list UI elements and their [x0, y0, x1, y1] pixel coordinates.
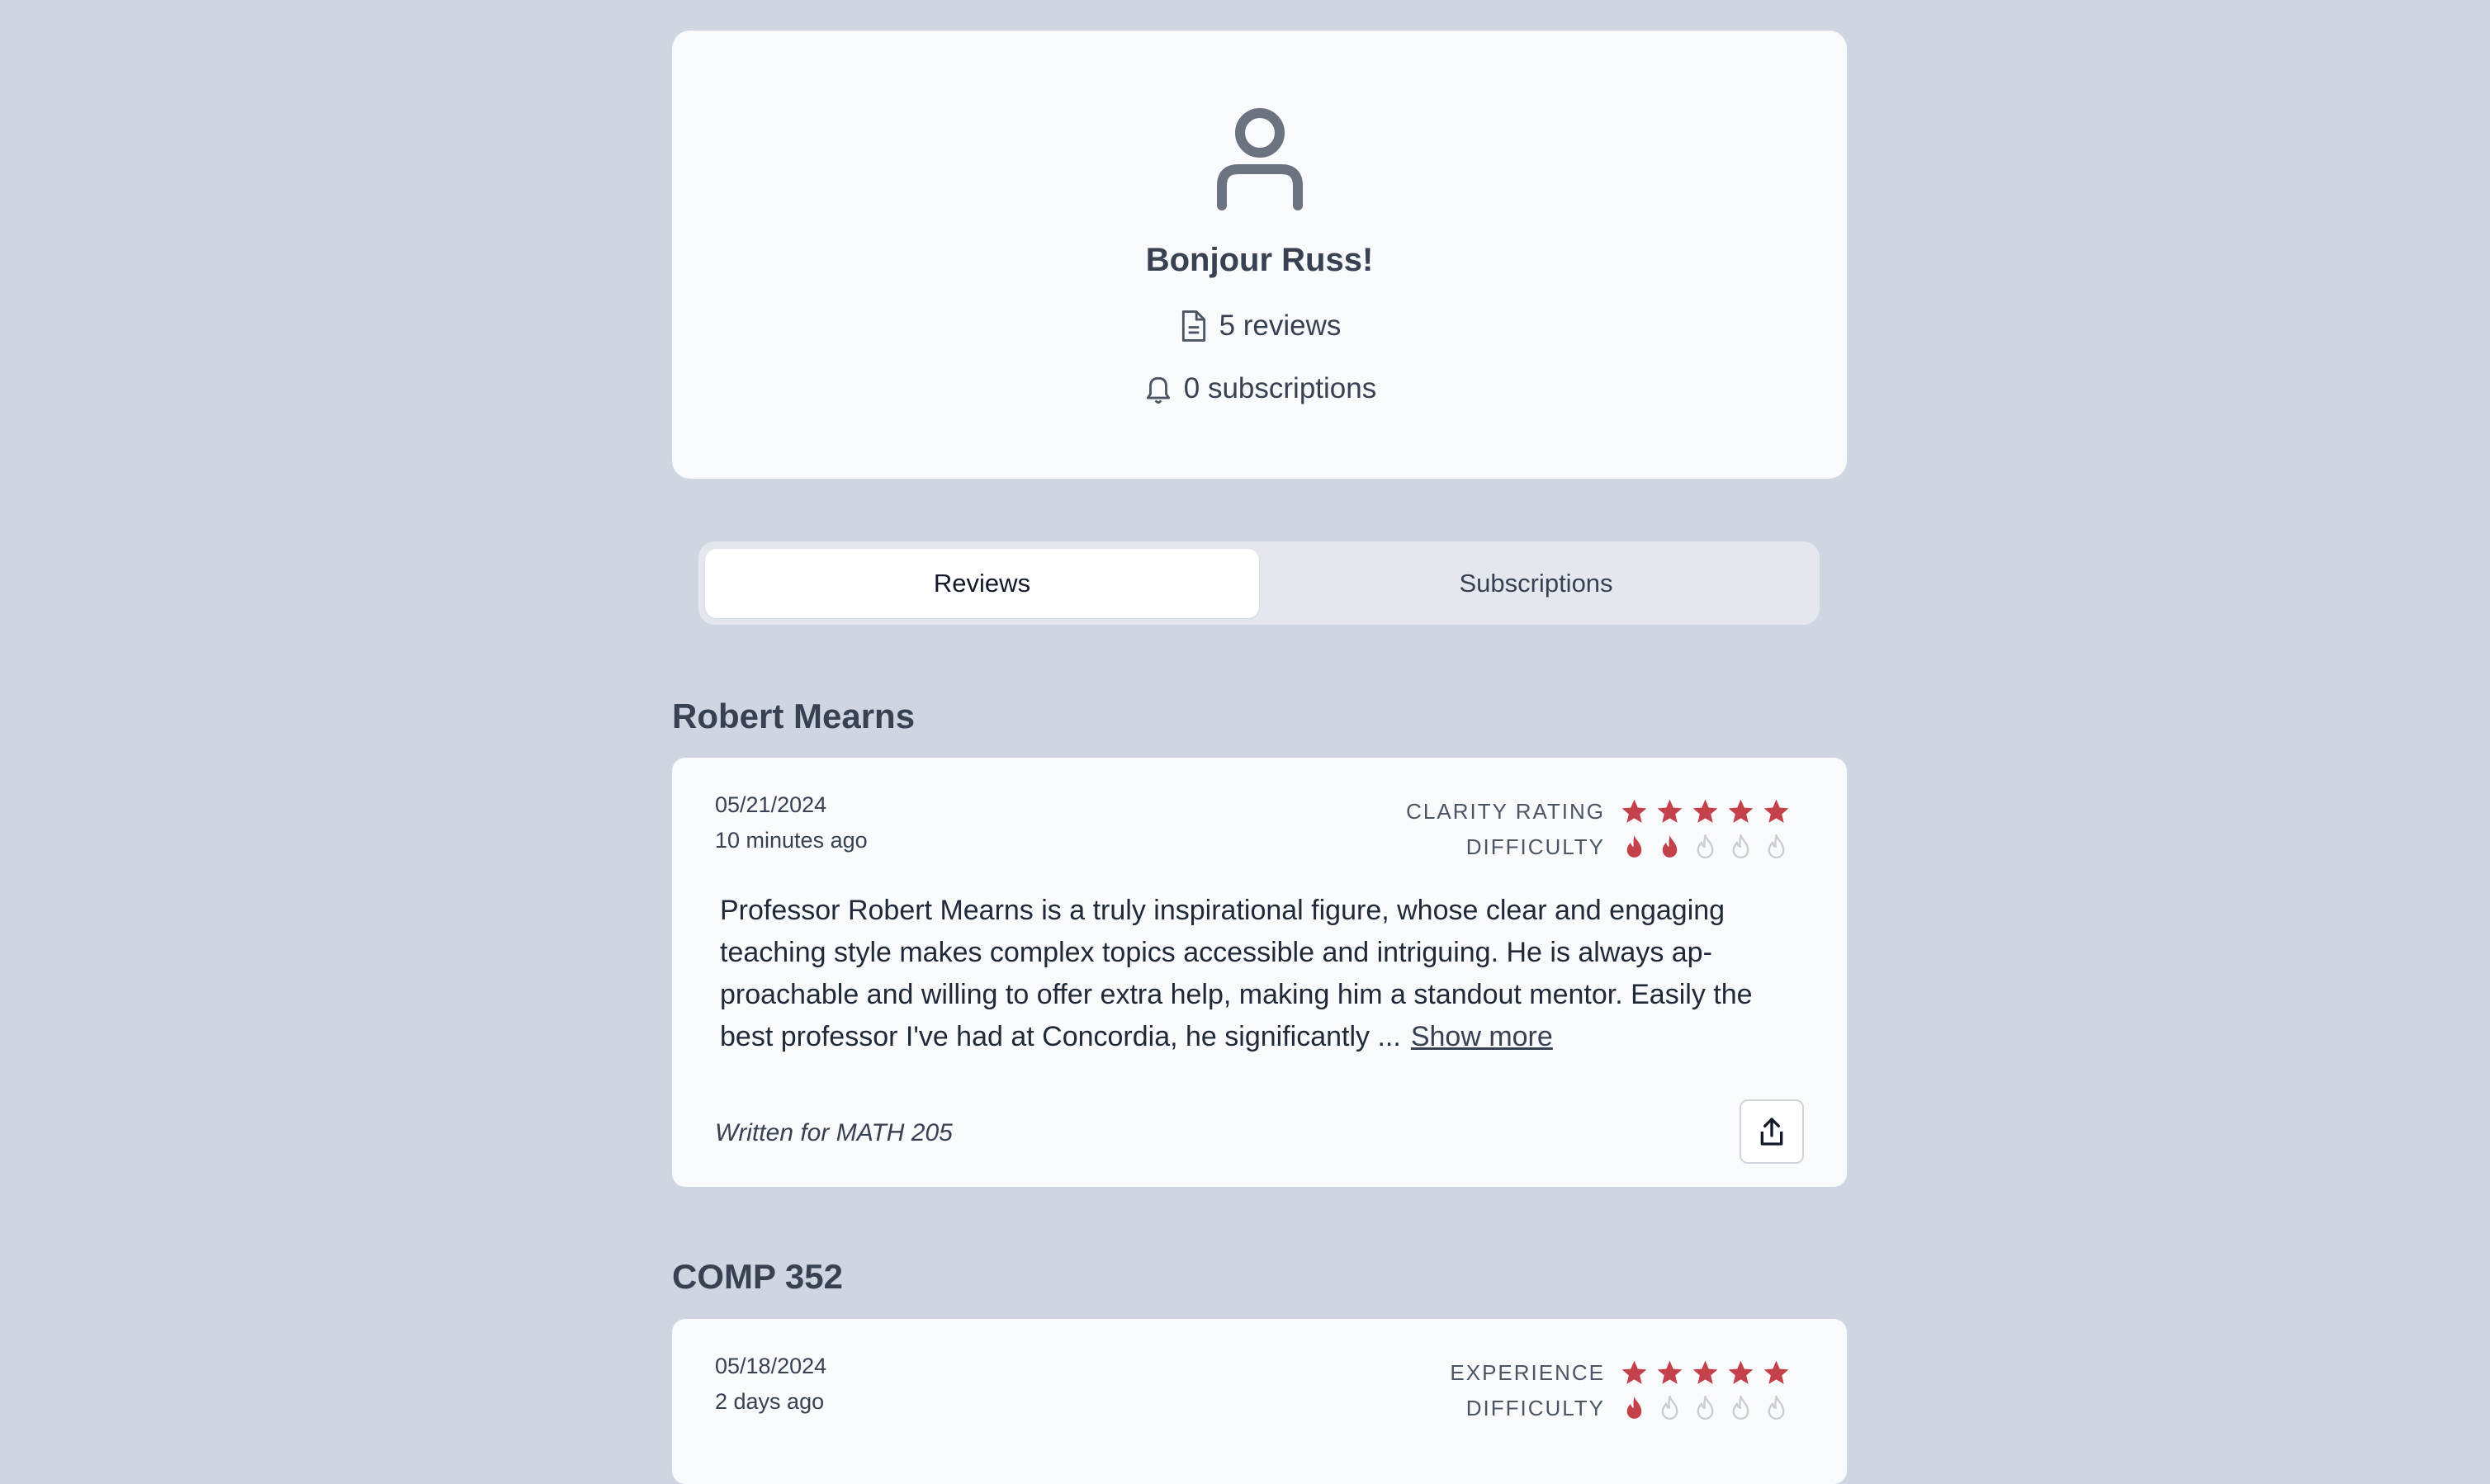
review-heading: Robert Mearns — [672, 697, 916, 735]
star-rating — [1620, 1359, 1791, 1387]
flame-icon — [1626, 834, 1642, 858]
written-for-course: MATH 205 — [836, 1119, 953, 1146]
difficulty-label: DIFFICULTY — [1465, 1396, 1605, 1420]
greeting: Bonjour Russ! — [1145, 242, 1374, 278]
share-button[interactable] — [1740, 1099, 1804, 1164]
review-card: 05/21/2024 10 minutes ago CLARITY RATING… — [672, 758, 1847, 1187]
flame-icon — [1662, 834, 1678, 858]
flame-icon — [1768, 1395, 1785, 1420]
review-heading: COMP 352 — [672, 1257, 843, 1296]
difficulty-row: DIFFICULTY — [1406, 829, 1791, 865]
star-icon — [1657, 1360, 1683, 1384]
experience-rating-row: EXPERIENCE — [1450, 1355, 1791, 1391]
experience-rating-label: EXPERIENCE — [1450, 1360, 1605, 1385]
difficulty-label: DIFFICULTY — [1465, 834, 1605, 859]
review-ratings: CLARITY RATING DIFFICULTY — [1406, 794, 1791, 865]
star-icon — [1692, 1360, 1718, 1384]
user-icon — [1216, 108, 1303, 210]
review-meta: 05/21/2024 10 minutes ago — [715, 787, 868, 858]
flame-icon — [1626, 1396, 1642, 1419]
review-relative-time: 10 minutes ago — [715, 828, 868, 853]
star-icon — [1621, 1360, 1647, 1384]
profile-card: Bonjour Russ! 5 reviews 0 subscriptions — [672, 31, 1847, 479]
written-for-prefix: Written for — [715, 1119, 830, 1146]
subscriptions-count: 0 subscriptions — [1143, 371, 1376, 406]
subscriptions-count-label: 0 subscriptions — [1183, 372, 1377, 404]
written-for: Written for MATH 205 — [715, 1119, 953, 1147]
tab-bar: Reviews Subscriptions — [698, 541, 1820, 625]
difficulty-row: DIFFICULTY — [1450, 1391, 1791, 1426]
tab-reviews[interactable]: Reviews — [705, 548, 1259, 618]
flame-icon — [1697, 834, 1714, 859]
flame-icon — [1661, 1395, 1678, 1420]
review-relative-time: 2 days ago — [715, 1389, 825, 1414]
star-icon — [1728, 1360, 1754, 1384]
review-meta: 05/18/2024 2 days ago — [715, 1349, 826, 1420]
flame-icon — [1732, 1395, 1749, 1420]
star-icon — [1657, 799, 1683, 823]
star-icon — [1763, 1360, 1789, 1384]
review-date: 05/21/2024 — [715, 792, 827, 817]
tab-subscriptions[interactable]: Subscriptions — [1259, 549, 1813, 618]
reviews-count: 5 reviews — [1178, 309, 1342, 343]
star-icon — [1763, 799, 1789, 823]
flame-rating — [1620, 833, 1791, 862]
flame-icon — [1768, 834, 1785, 859]
clarity-rating-row: CLARITY RATING — [1406, 794, 1791, 829]
share-icon — [1760, 1118, 1783, 1146]
star-icon — [1692, 799, 1718, 823]
review-text-content: Professor Robert Mearns is a truly inspi… — [720, 895, 1753, 1052]
star-icon — [1728, 799, 1754, 823]
clarity-rating-label: CLARITY RATING — [1406, 799, 1605, 824]
document-icon — [1181, 310, 1205, 342]
star-rating — [1620, 797, 1791, 826]
flame-icon — [1697, 1395, 1714, 1420]
reviews-count-label: 5 reviews — [1219, 310, 1342, 342]
flame-icon — [1732, 834, 1749, 859]
review-ratings: EXPERIENCE DIFFICULTY — [1450, 1355, 1791, 1426]
review-card: 05/18/2024 2 days ago EXPERIENCE DIFFICU… — [672, 1319, 1847, 1484]
star-icon — [1621, 799, 1647, 823]
review-text: Professor Robert Mearns is a truly inspi… — [720, 890, 1793, 1058]
flame-rating — [1620, 1394, 1791, 1423]
bell-icon — [1146, 376, 1170, 404]
review-date: 05/18/2024 — [715, 1354, 827, 1378]
show-more-link[interactable]: Show more — [1411, 1021, 1553, 1052]
